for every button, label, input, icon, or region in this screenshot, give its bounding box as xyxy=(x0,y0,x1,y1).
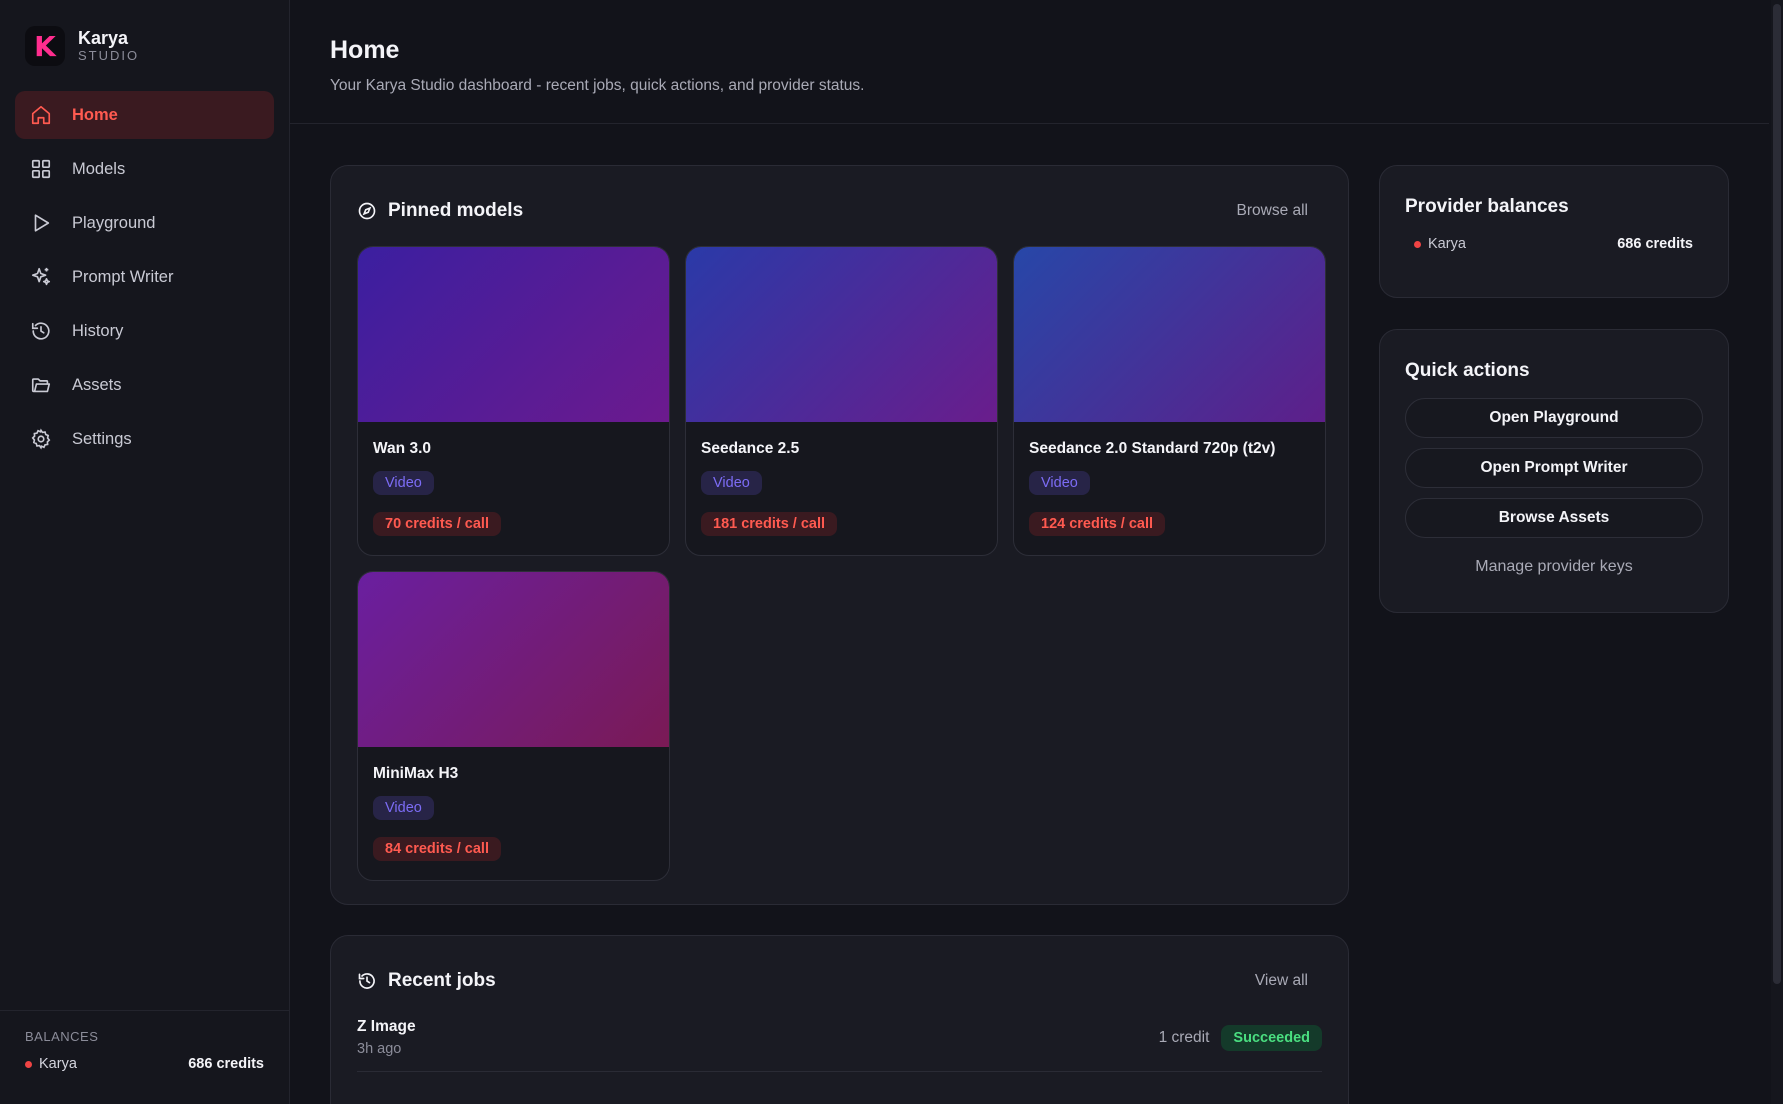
model-credits-badge: 84 credits / call xyxy=(373,837,501,861)
model-type-badge: Video xyxy=(701,471,762,495)
brand[interactable]: K Karya STUDIO xyxy=(0,0,289,68)
balance-provider-name: Karya xyxy=(39,1056,77,1072)
sidebar-item-home[interactable]: Home xyxy=(15,91,274,139)
open-prompt-writer-button[interactable]: Open Prompt Writer xyxy=(1405,448,1703,488)
main-content: Home Your Karya Studio dashboard - recen… xyxy=(290,0,1783,1104)
recent-jobs-card: Recent jobs View all Z Image 3h ago 1 cr… xyxy=(330,935,1349,1104)
brand-name: Karya xyxy=(78,28,129,48)
gear-icon xyxy=(30,428,52,450)
job-cost: 1 credit xyxy=(1158,1028,1210,1046)
scrollbar-thumb[interactable] xyxy=(1773,4,1781,984)
manage-provider-keys-link[interactable]: Manage provider keys xyxy=(1380,558,1728,576)
balances-label: BALANCES xyxy=(25,1029,99,1044)
sidebar-balances: BALANCES Karya 686 credits xyxy=(0,1010,289,1104)
job-time: 3h ago xyxy=(357,1041,402,1057)
browse-all-link[interactable]: Browse all xyxy=(1237,202,1309,220)
model-thumbnail xyxy=(358,572,669,747)
model-type-badge: Video xyxy=(373,796,434,820)
page-header: Home Your Karya Studio dashboard - recen… xyxy=(290,0,1769,124)
sidebar-item-prompt-writer[interactable]: Prompt Writer xyxy=(15,253,274,301)
sidebar-item-assets[interactable]: Assets xyxy=(15,361,274,409)
model-credits-badge: 70 credits / call xyxy=(373,512,501,536)
sidebar-item-label: Playground xyxy=(72,213,156,232)
play-icon xyxy=(30,212,52,234)
model-type-badge: Video xyxy=(373,471,434,495)
sidebar-item-label: History xyxy=(72,321,124,340)
recent-jobs-title: Recent jobs xyxy=(388,970,496,991)
model-name: Seedance 2.5 xyxy=(701,440,800,457)
history-icon xyxy=(357,971,377,991)
model-thumbnail xyxy=(358,247,669,422)
model-card[interactable]: Seedance 2.5 Video 181 credits / call xyxy=(685,246,998,556)
sidebar-item-models[interactable]: Models xyxy=(15,145,274,193)
sidebar-item-settings[interactable]: Settings xyxy=(15,415,274,463)
scrollbar[interactable] xyxy=(1771,0,1783,1104)
folder-icon xyxy=(30,374,52,396)
sidebar-item-label: Models xyxy=(72,159,126,178)
brand-subtitle: STUDIO xyxy=(78,48,140,63)
model-card[interactable]: MiniMax H3 Video 84 credits / call xyxy=(357,571,670,881)
model-thumbnail xyxy=(686,247,997,422)
model-name: Wan 3.0 xyxy=(373,440,431,457)
grid-icon xyxy=(30,158,52,180)
sidebar-nav: Home Models Playground Prompt Writer His… xyxy=(0,91,289,463)
model-type-badge: Video xyxy=(1029,471,1090,495)
balance-provider: Karya xyxy=(25,1056,77,1072)
provider-amount: 686 credits xyxy=(1617,236,1693,252)
pinned-models-title: Pinned models xyxy=(388,200,524,221)
status-dot xyxy=(1414,240,1421,248)
model-card[interactable]: Wan 3.0 Video 70 credits / call xyxy=(357,246,670,556)
pinned-models-card: Pinned models Browse all Wan 3.0 Video 7… xyxy=(330,165,1349,905)
sidebar-item-playground[interactable]: Playground xyxy=(15,199,274,247)
model-credits-badge: 181 credits / call xyxy=(701,512,838,536)
sidebar-item-label: Home xyxy=(72,105,118,124)
quick-actions-title: Quick actions xyxy=(1405,360,1530,381)
provider-balances-card: Provider balances Karya 686 credits xyxy=(1379,165,1729,298)
brand-logo: K xyxy=(25,26,65,66)
sidebar: K Karya STUDIO Home Models Playground Pr… xyxy=(0,0,290,1104)
provider-name: Karya xyxy=(1414,236,1466,252)
balance-amount: 686 credits xyxy=(188,1056,264,1072)
model-name: Seedance 2.0 Standard 720p (t2v) xyxy=(1029,440,1276,457)
sparkles-icon xyxy=(30,266,52,288)
browse-assets-button[interactable]: Browse Assets xyxy=(1405,498,1703,538)
page-subtitle: Your Karya Studio dashboard - recent job… xyxy=(330,77,865,94)
sidebar-item-label: Settings xyxy=(72,429,132,448)
sidebar-item-label: Assets xyxy=(72,375,122,394)
model-credits-badge: 124 credits / call xyxy=(1029,512,1166,536)
home-icon xyxy=(30,104,52,126)
job-name: Z Image xyxy=(357,1018,416,1035)
status-dot xyxy=(25,1060,32,1068)
job-row[interactable]: Z Image 3h ago 1 credit Succeeded xyxy=(357,1018,1322,1072)
quick-actions-card: Quick actions Open Playground Open Promp… xyxy=(1379,329,1729,613)
provider-balances-title: Provider balances xyxy=(1405,196,1569,217)
sidebar-item-history[interactable]: History xyxy=(15,307,274,355)
compass-icon xyxy=(357,201,377,221)
page-title: Home xyxy=(330,36,400,64)
status-badge: Succeeded xyxy=(1221,1024,1322,1051)
open-playground-button[interactable]: Open Playground xyxy=(1405,398,1703,438)
view-all-link[interactable]: View all xyxy=(1255,972,1308,990)
history-icon xyxy=(30,320,52,342)
sidebar-item-label: Prompt Writer xyxy=(72,267,174,286)
model-card[interactable]: Seedance 2.0 Standard 720p (t2v) Video 1… xyxy=(1013,246,1326,556)
provider-label: Karya xyxy=(1428,236,1466,252)
model-name: MiniMax H3 xyxy=(373,765,459,782)
model-thumbnail xyxy=(1014,247,1325,422)
